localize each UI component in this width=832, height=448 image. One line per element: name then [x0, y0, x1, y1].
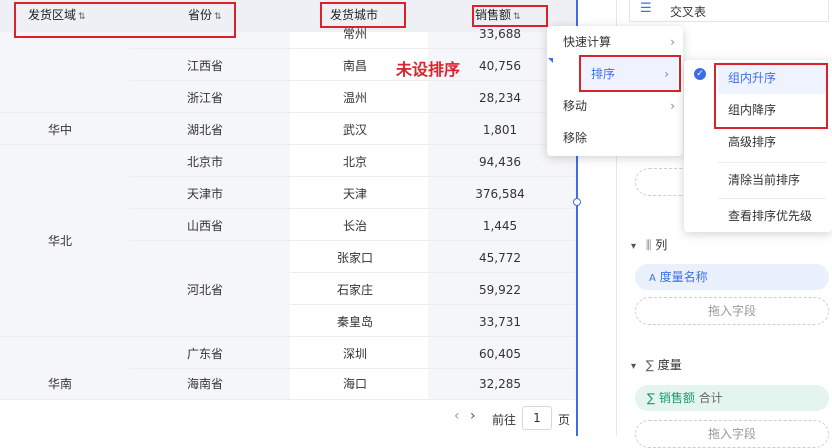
table-row: 北京市 北京 94,436: [186, 155, 521, 169]
columns-drop-zone[interactable]: 拖入字段: [635, 297, 829, 325]
row-divider: [130, 208, 576, 209]
annotation-box-sort-options: [714, 63, 828, 129]
check-icon: ✓: [694, 68, 706, 80]
chart-type-item[interactable]: ☰ 交叉表: [629, 0, 829, 22]
submenu-item-advanced[interactable]: 高级排序: [718, 126, 826, 158]
row-divider: [130, 80, 576, 81]
row-divider: [130, 176, 576, 177]
next-page-icon[interactable]: ›: [470, 408, 476, 424]
row-divider: [0, 144, 576, 145]
table-row: 广东省 深圳 60,405: [186, 347, 521, 361]
measures-drop-zone[interactable]: 拖入字段: [635, 420, 829, 448]
row-divider: [0, 336, 576, 337]
table-row: 华中 湖北省 武汉 1,801: [47, 123, 518, 137]
region-huanan: 华南: [47, 377, 72, 391]
table-row: 江西省 南昌 40,756: [186, 59, 521, 73]
row-divider: [0, 112, 576, 113]
row-divider: [290, 304, 576, 305]
measures-section-title: ▾ ∑ 度量: [631, 358, 682, 372]
table-row: 天津市 天津 376,584: [186, 187, 525, 201]
menu-divider: [718, 198, 826, 199]
pager: ‹ › 前往 1 页: [0, 400, 576, 436]
table-row: 浙江省 温州 28,234: [186, 91, 521, 105]
sum-icon: ∑: [647, 391, 656, 405]
text-field-icon: A: [649, 273, 656, 284]
columns-icon: ⫼: [645, 238, 652, 252]
table-row: 常州 33,688: [342, 27, 521, 41]
row-divider: [290, 272, 576, 273]
row-divider: [130, 240, 576, 241]
region-huabei: 华北: [47, 234, 72, 248]
province-hebei: [150, 273, 260, 305]
measure-chip-sales[interactable]: ∑ 销售额 合计: [635, 385, 829, 411]
table-row: 河北省 石家庄 59,922: [186, 283, 521, 297]
menu-item-remove[interactable]: 移除: [547, 122, 683, 154]
chevron-right-icon: ›: [670, 35, 675, 49]
prev-page-icon[interactable]: ‹: [454, 408, 460, 424]
column-chip-measure-names[interactable]: A 度量名称: [635, 264, 829, 290]
goto-label: 前往: [492, 413, 517, 427]
menu-item-move[interactable]: 移动 ›: [547, 90, 683, 122]
submenu-item-priority[interactable]: 查看排序优先级: [718, 200, 830, 232]
collapse-icon[interactable]: ▾: [631, 361, 636, 372]
page-input[interactable]: 1: [522, 406, 552, 430]
annotation-text: 未设排序: [396, 60, 461, 79]
pivot-table: 发货区域 ⇅ 省份 ⇅ 发货城市 销售额 ⇅ 常州 33,688 江西省 南昌 40,…: [0, 0, 581, 436]
chevron-right-icon: ›: [670, 99, 675, 113]
page-suffix: 页: [558, 413, 571, 427]
measure-box-icon: ∑: [645, 358, 654, 372]
crosstab-icon: ☰: [640, 1, 652, 16]
row-divider: [130, 368, 576, 369]
submenu-item-clear[interactable]: 清除当前排序: [718, 164, 826, 196]
annotation-box-sort: [579, 55, 681, 92]
menu-divider: [718, 162, 826, 163]
menu-item-quick-calc[interactable]: 快速计算 ›: [547, 26, 683, 58]
row-divider: [130, 48, 576, 49]
active-marker: [548, 58, 553, 63]
table-row: 秦皇岛 33,731: [336, 315, 521, 329]
collapse-icon[interactable]: ▾: [631, 241, 636, 252]
columns-section-title: ▾ ⫼ 列: [631, 238, 668, 252]
resize-handle[interactable]: [573, 198, 581, 206]
